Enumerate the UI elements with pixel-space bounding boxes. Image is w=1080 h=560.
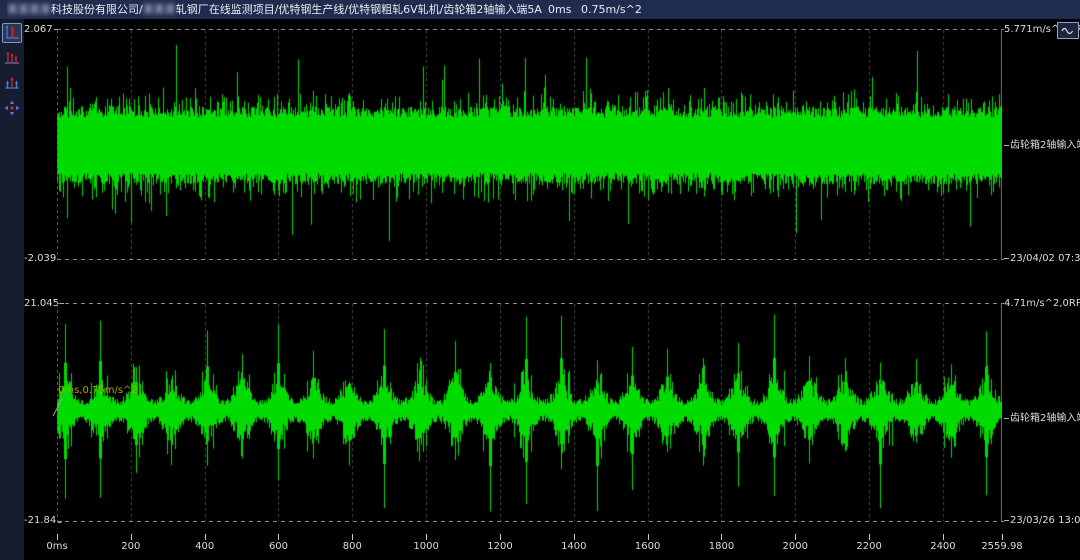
- waveform-canvas-bottom[interactable]: [57, 304, 1002, 521]
- sideband-cursor-icon: [4, 75, 20, 91]
- chart2-peak-readout: 4.71m/s^2,0RPM: [1004, 298, 1080, 310]
- x-axis-tick-label: 2559.98: [981, 541, 1022, 552]
- chart2-timestamp-label: 23/03/26 13:00:00: [1004, 515, 1080, 527]
- x-axis-tick-label: 1600: [635, 541, 660, 552]
- breadcrumb-path: 轧钢厂在线监测项目/优特钢生产线/优特钢粗轧6V轧机/齿轮箱2轴输入端5A/12…: [176, 3, 542, 16]
- x-axis-tick: [648, 534, 649, 540]
- chart2-channel-label: 齿轮箱2轴输入端5A: [1004, 413, 1080, 425]
- x-axis-tick: [205, 534, 206, 540]
- x-axis-tick: [1002, 534, 1003, 540]
- chart1-ymin-label: -2.039: [24, 253, 53, 265]
- x-axis-tick: [131, 534, 132, 540]
- chart1-bottom-border: [57, 259, 1004, 260]
- sideband-cursor-tool-button[interactable]: [2, 73, 22, 93]
- x-axis-tick: [278, 534, 279, 540]
- annotation-pointer-line: [52, 396, 64, 418]
- tool-sidebar: [0, 19, 24, 560]
- redacted-plant-name: 某某某: [143, 3, 176, 16]
- x-axis-tick: [943, 534, 944, 540]
- x-axis-tick-label: 800: [343, 541, 362, 552]
- redacted-company-name: 某某某某: [7, 3, 51, 16]
- waveform-canvas-top[interactable]: [57, 30, 1002, 259]
- x-axis-tick-label: 1400: [561, 541, 586, 552]
- chart1-cursor-line[interactable]: [57, 30, 58, 259]
- chart1-channel-label: 齿轮箱2轴输入端5A: [1004, 140, 1080, 152]
- x-axis-tick-label: 600: [269, 541, 288, 552]
- x-axis-tick: [795, 534, 796, 540]
- x-axis-tick: [352, 534, 353, 540]
- single-cursor-tool-button[interactable]: [2, 23, 22, 43]
- x-axis-tick: [869, 534, 870, 540]
- x-axis-tick: [721, 534, 722, 540]
- x-axis-tick-label: 2400: [930, 541, 955, 552]
- x-axis-tick: [500, 534, 501, 540]
- breadcrumb-company-suffix: 科技股份有限公司/: [51, 3, 143, 16]
- x-axis-tick: [426, 534, 427, 540]
- waveform-view-button[interactable]: [1057, 22, 1079, 39]
- title-bar: 某某某某科技股份有限公司/某某某轧钢厂在线监测项目/优特钢生产线/优特钢粗轧6V…: [0, 0, 1080, 19]
- chart1-ymax-label: 2.067: [24, 24, 53, 36]
- x-axis-tick: [57, 534, 58, 540]
- x-axis-tick-label: 1000: [413, 541, 438, 552]
- chart2-ymax-label: 21.045: [24, 298, 53, 310]
- breadcrumb: 某某某某科技股份有限公司/某某某轧钢厂在线监测项目/优特钢生产线/优特钢粗轧6V…: [7, 0, 542, 19]
- cursor-annotation: 0ms,0.75m/s^2: [58, 385, 138, 396]
- x-axis-tick-label: 0ms: [46, 541, 67, 552]
- x-axis-tick-label: 400: [195, 541, 214, 552]
- sine-wave-icon: [1061, 26, 1075, 36]
- pan-tool-button[interactable]: [2, 98, 22, 118]
- chart1-timestamp-label: 23/04/02 07:30:00: [1004, 253, 1080, 265]
- app-window: 某某某某科技股份有限公司/某某某轧钢厂在线监测项目/优特钢生产线/优特钢粗轧6V…: [0, 0, 1080, 560]
- x-axis-tick-label: 200: [121, 541, 140, 552]
- plot-area: 2.067 -2.039 5.771m/s^2,0RPM 齿轮箱2轴输入端5A …: [24, 19, 1080, 560]
- pan-move-icon: [4, 100, 20, 116]
- x-axis-tick-label: 1200: [487, 541, 512, 552]
- x-axis-tick-label: 2000: [783, 541, 808, 552]
- chart2-ymin-label: -21.846: [24, 515, 53, 527]
- cursor-value-readout: 0.75m/s^2: [581, 0, 642, 19]
- x-axis-tick: [574, 534, 575, 540]
- x-axis-tick-label: 1800: [709, 541, 734, 552]
- x-axis-tick-label: 2200: [856, 541, 881, 552]
- chart2-bottom-border: [57, 521, 1004, 522]
- harmonic-cursor-tool-button[interactable]: [2, 48, 22, 68]
- cursor-time-readout: 0ms: [548, 0, 571, 19]
- harmonic-cursor-icon: [4, 50, 20, 66]
- single-cursor-icon: [4, 25, 20, 41]
